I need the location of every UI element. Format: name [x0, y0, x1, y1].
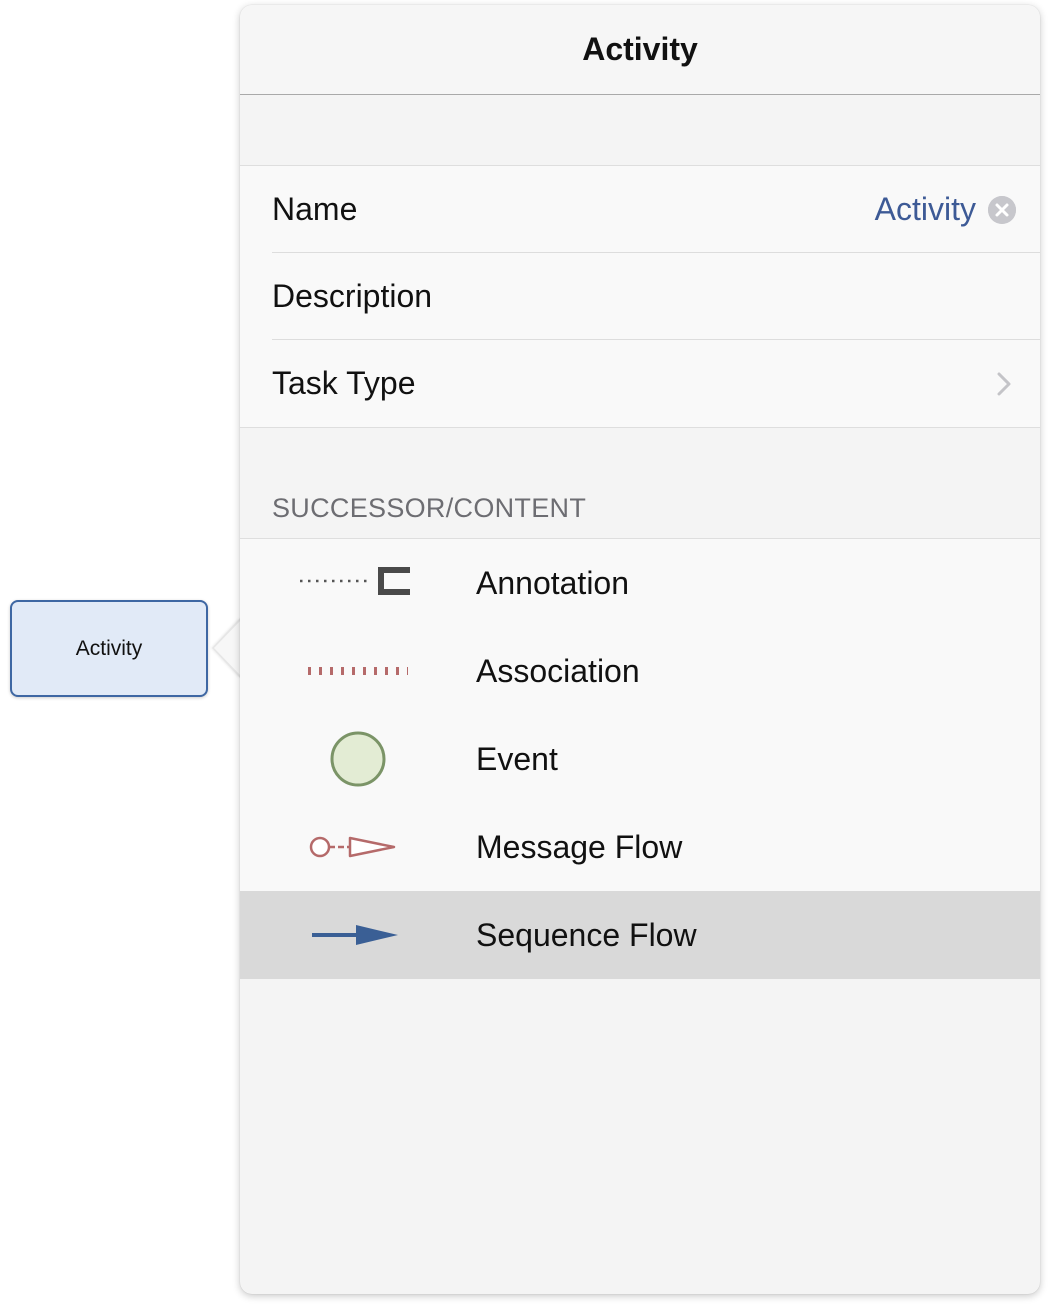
list-item-label: Annotation: [476, 564, 630, 601]
description-row[interactable]: Description: [240, 253, 1040, 340]
list-item-label: Event: [476, 740, 558, 777]
list-item-label: Message Flow: [476, 828, 683, 865]
task-type-row[interactable]: Task Type: [240, 340, 1040, 427]
successor-list: Annotation Association Event Message Flo…: [240, 539, 1040, 979]
activity-node[interactable]: Activity: [10, 600, 208, 697]
list-item-label: Sequence Flow: [476, 916, 697, 953]
list-item-label: Association: [476, 652, 640, 689]
list-item-association[interactable]: Association: [240, 627, 1040, 715]
list-item-sequence-flow[interactable]: Sequence Flow: [240, 891, 1040, 979]
section-header-label: SUCCESSOR/CONTENT: [272, 493, 587, 523]
chevron-right-icon: [996, 371, 1012, 397]
group-spacer: [240, 95, 1040, 166]
message-flow-icon: [240, 803, 476, 891]
section-header: SUCCESSOR/CONTENT: [240, 428, 1040, 539]
association-icon: [240, 627, 476, 715]
stage: Activity Activity Name Activity Descript…: [0, 0, 1048, 1306]
properties-group: Name Activity Description Task Type: [240, 166, 1040, 428]
name-field[interactable]: Activity: [875, 191, 976, 228]
popover-arrow-inner: [214, 620, 241, 676]
list-item-message-flow[interactable]: Message Flow: [240, 803, 1040, 891]
sequence-flow-icon: [240, 891, 476, 979]
list-item-event[interactable]: Event: [240, 715, 1040, 803]
popover-title: Activity: [582, 31, 698, 67]
inspector-popover: Activity Name Activity Description Task …: [240, 5, 1040, 1294]
list-item-annotation[interactable]: Annotation: [240, 539, 1040, 627]
event-icon: [240, 715, 476, 803]
description-label: Description: [272, 278, 433, 314]
activity-node-label: Activity: [75, 636, 143, 660]
name-label: Name: [272, 191, 358, 227]
task-type-label: Task Type: [272, 365, 416, 401]
name-row[interactable]: Name Activity: [240, 166, 1040, 253]
nav-bar: Activity: [240, 5, 1040, 95]
clear-icon[interactable]: [988, 195, 1016, 224]
annotation-icon: [240, 539, 476, 627]
